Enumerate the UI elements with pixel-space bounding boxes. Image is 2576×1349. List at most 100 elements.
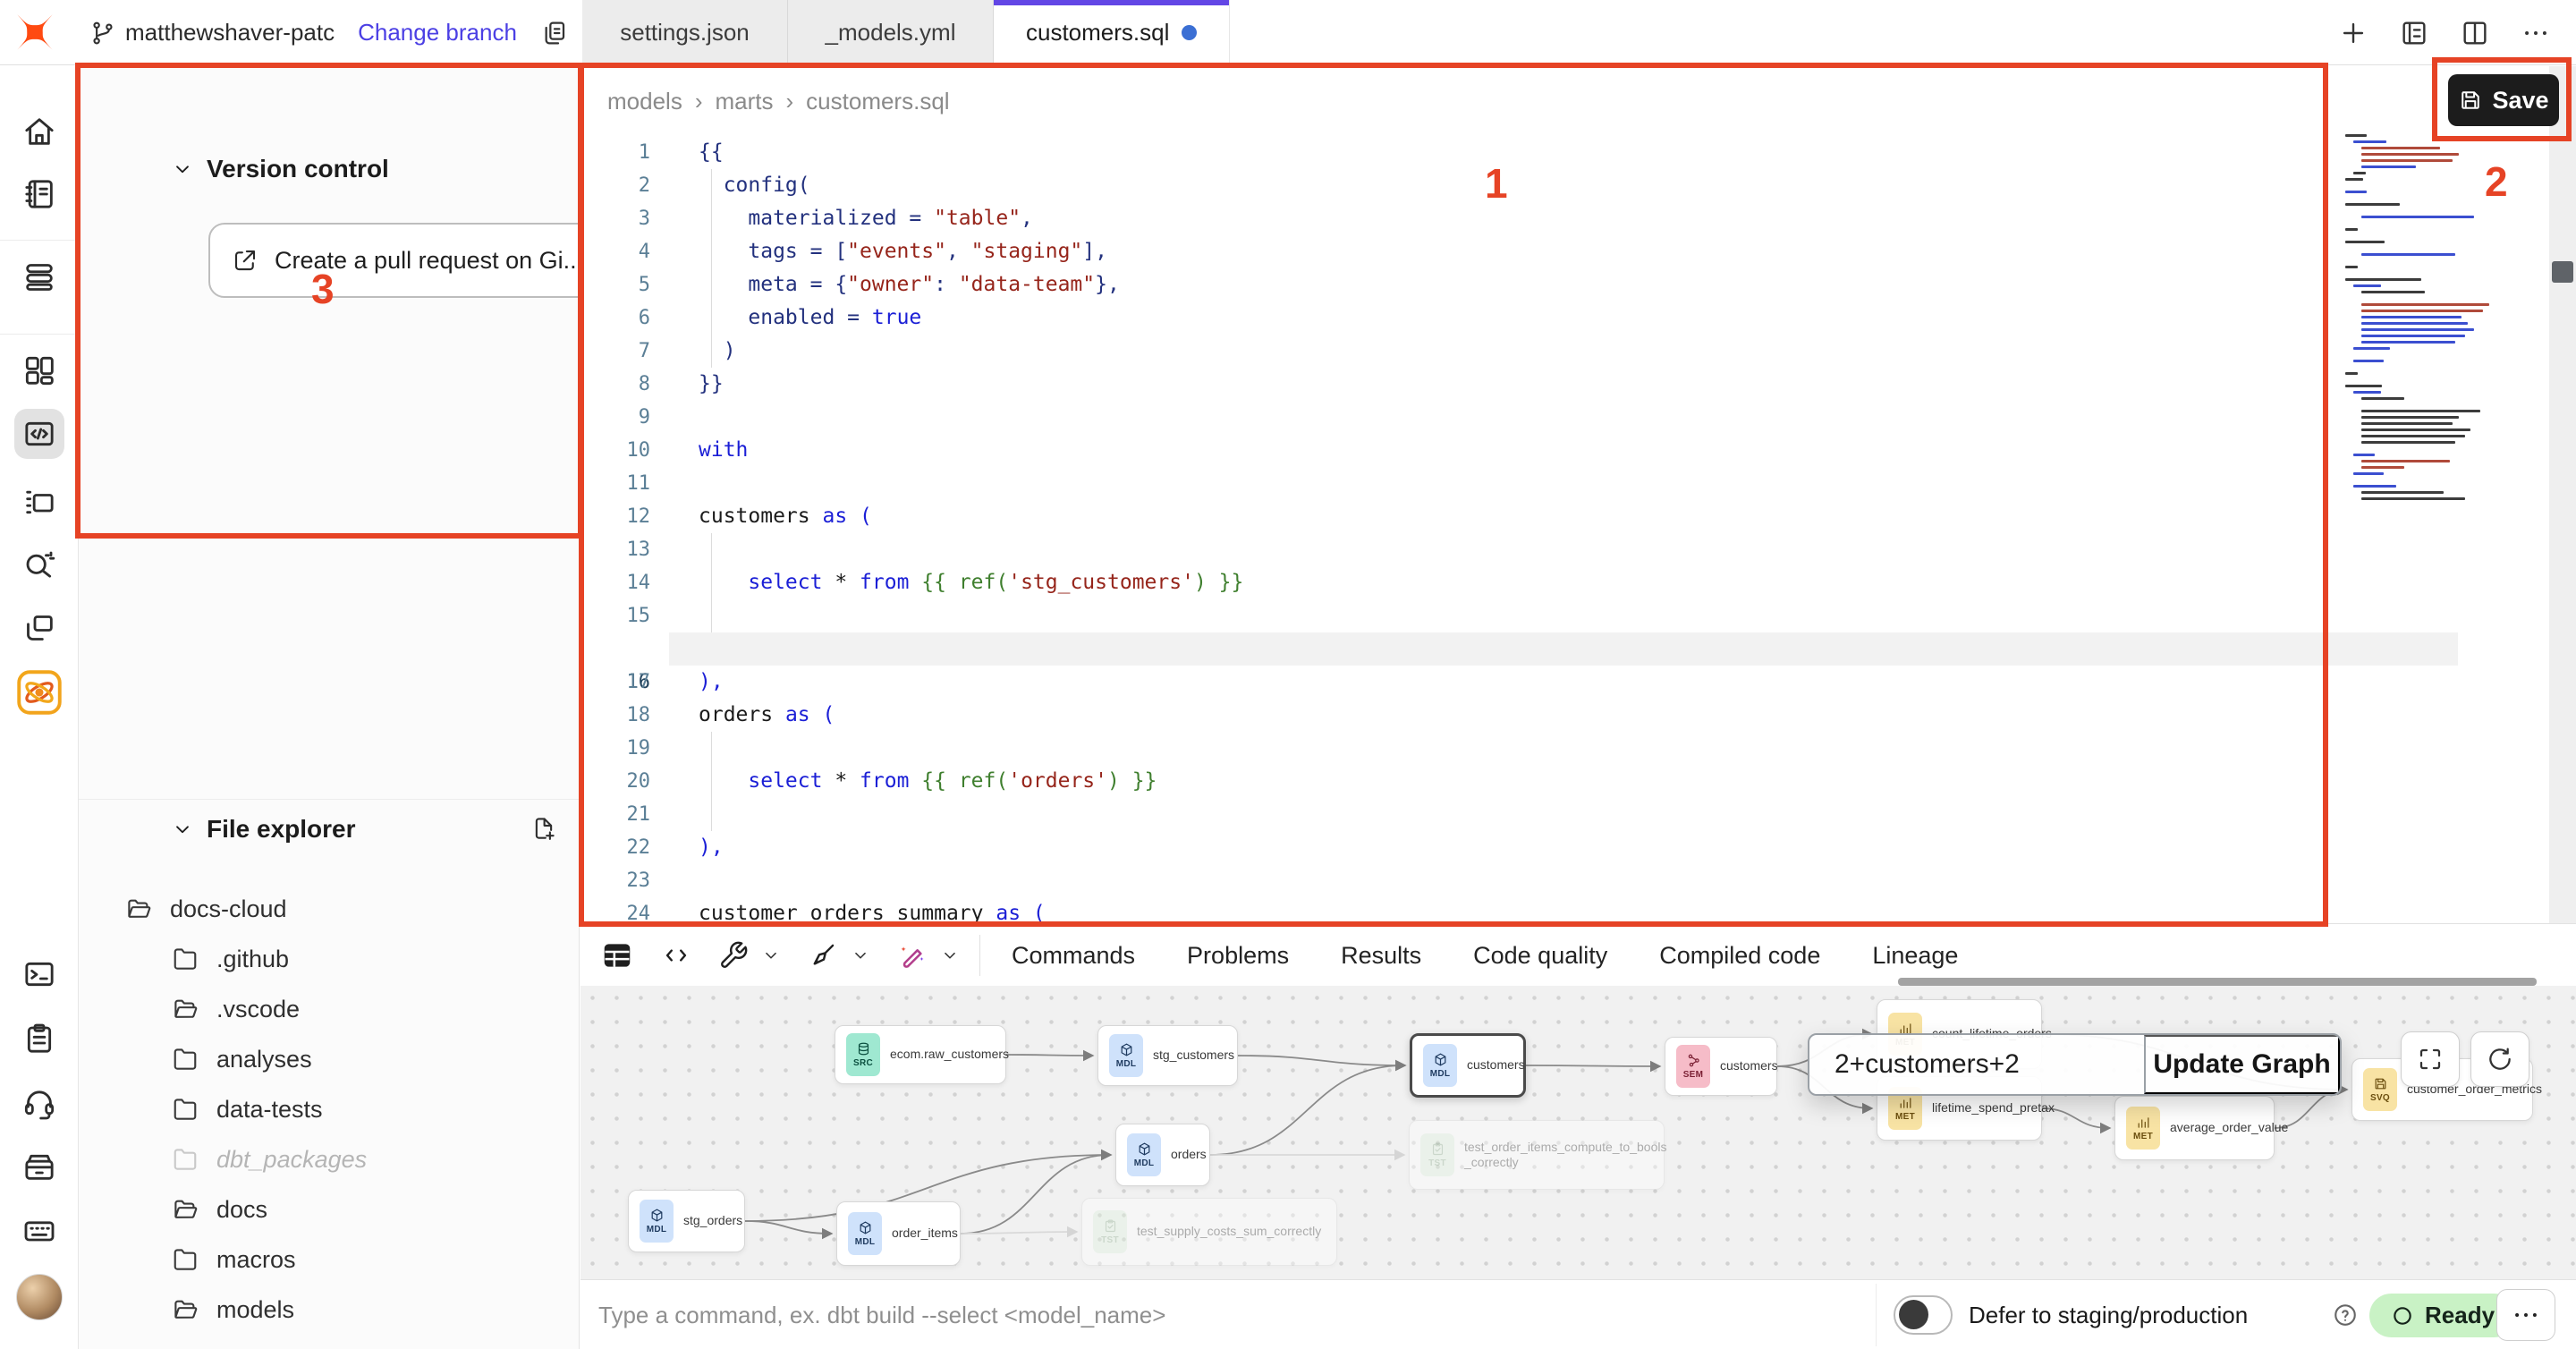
code-line-15[interactable]: 15 xyxy=(580,599,2369,632)
help-icon[interactable] xyxy=(2332,1302,2359,1328)
tab-_models.yml[interactable]: _models.yml xyxy=(788,0,994,65)
rail-drawer-icon[interactable] xyxy=(14,1141,64,1192)
tab-customers.sql[interactable]: customers.sql xyxy=(994,0,1230,65)
chevron-down-icon[interactable] xyxy=(761,946,781,965)
bottom-tab-lineage[interactable]: Lineage xyxy=(1872,942,1958,970)
file-tree-item-.github[interactable]: .github xyxy=(79,934,580,984)
bottom-tab-results[interactable]: Results xyxy=(1341,942,1421,970)
command-input[interactable]: Type a command, ex. dbt build --select <… xyxy=(598,1280,1165,1349)
inline-code-icon[interactable] xyxy=(661,940,691,971)
rail-home-icon[interactable] xyxy=(14,106,64,157)
file-tree-item-macros[interactable]: macros xyxy=(79,1234,580,1285)
rail-windows-icon[interactable] xyxy=(14,603,64,653)
bottom-tab-problems[interactable]: Problems xyxy=(1187,942,1289,970)
chevron-down-icon[interactable] xyxy=(940,946,960,965)
file-tree-item-dbt_packages[interactable]: dbt_packages xyxy=(79,1134,580,1184)
lineage-node-ecom.raw_customers[interactable]: SRCecom.raw_customers xyxy=(835,1025,1006,1084)
code-line-3[interactable]: 3 materialized = "table", xyxy=(580,202,2369,235)
more-options-button[interactable] xyxy=(2496,1289,2555,1341)
code-line-10[interactable]: 10with xyxy=(580,434,2369,467)
rail-atom-icon[interactable] xyxy=(14,667,64,717)
ellipsis-icon[interactable] xyxy=(2521,18,2551,48)
tab-settings.json[interactable]: settings.json xyxy=(582,0,788,65)
broom-icon[interactable] xyxy=(808,940,838,971)
rail-frame-icon[interactable] xyxy=(14,477,64,527)
lineage-node-test_order_items_compute_to_bools[interactable]: TSTtest_order_items_compute_to_bools _co… xyxy=(1409,1120,1665,1190)
lineage-selector-input[interactable]: 2+customers+2 xyxy=(1809,1035,2144,1094)
code-line-12[interactable]: 12customers as ( xyxy=(580,500,2369,533)
code-line-20[interactable]: 20 select * from {{ ref('orders') }} xyxy=(580,765,2369,798)
refresh-graph-button[interactable] xyxy=(2470,1031,2529,1087)
code-line-18[interactable]: 18orders as ( xyxy=(580,699,2369,732)
code-line-2[interactable]: 2 config( xyxy=(580,169,2369,202)
chevron-down-icon[interactable] xyxy=(851,946,870,965)
code-line-8[interactable]: 8}} xyxy=(580,368,2369,401)
rail-stack-icon[interactable] xyxy=(14,251,64,301)
code-line-14[interactable]: 14 select * from {{ ref('stg_customers')… xyxy=(580,566,2369,599)
bottom-tab-compiled-code[interactable]: Compiled code xyxy=(1659,942,1820,970)
file-tree-item-marts[interactable]: marts xyxy=(79,1335,580,1349)
code-line-21[interactable]: 21 xyxy=(580,798,2369,831)
panel-list-icon[interactable] xyxy=(2399,18,2429,48)
change-branch-link[interactable]: Change branch xyxy=(358,19,517,47)
version-control-header[interactable]: Version control xyxy=(171,155,389,183)
rail-search-sparkle-icon[interactable] xyxy=(14,539,64,589)
file-tree-item-.vscode[interactable]: .vscode xyxy=(79,984,580,1034)
fullscreen-button[interactable] xyxy=(2401,1031,2460,1087)
file-tree-item-analyses[interactable]: analyses xyxy=(79,1034,580,1084)
code-line-6[interactable]: 6 enabled = true xyxy=(580,301,2369,335)
lineage-node-orders[interactable]: MDLorders xyxy=(1115,1124,1210,1186)
table-icon[interactable] xyxy=(600,938,634,972)
file-explorer-header[interactable]: File explorer xyxy=(171,815,636,844)
lineage-node-test_supply_costs_sum_correctly[interactable]: TSTtest_supply_costs_sum_correctly xyxy=(1081,1198,1337,1266)
scrollbar-thumb[interactable] xyxy=(2552,261,2573,283)
new-file-icon[interactable] xyxy=(530,815,557,842)
rail-terminal-icon[interactable] xyxy=(14,949,64,999)
wrench-icon[interactable] xyxy=(718,940,749,971)
file-tree-item-models[interactable]: models xyxy=(79,1285,580,1335)
rail-keyboard-icon[interactable] xyxy=(14,1206,64,1256)
code-line-9[interactable]: 9 xyxy=(580,401,2369,434)
lineage-node-stg_orders[interactable]: MDLstg_orders xyxy=(628,1190,745,1252)
defer-toggle[interactable] xyxy=(1894,1295,1953,1335)
lineage-canvas[interactable]: SRCecom.raw_customers MDLstg_customers MDL… xyxy=(580,986,2576,1279)
code-line-24[interactable]: 24customer_orders_summary as ( xyxy=(580,897,2369,923)
file-tree-item-docs[interactable]: docs xyxy=(79,1184,580,1234)
create-pull-request-button[interactable]: Create a pull request on Gi... xyxy=(208,223,638,298)
minimap[interactable] xyxy=(2345,134,2508,510)
lineage-node-customers[interactable]: MDLcustomers xyxy=(1410,1033,1526,1098)
bottom-tab-code-quality[interactable]: Code quality xyxy=(1473,942,1607,970)
copy-file-icon[interactable] xyxy=(540,19,569,47)
rail-notebook-icon[interactable] xyxy=(14,169,64,219)
code-line-4[interactable]: 4 tags = ["events", "staging"], xyxy=(580,235,2369,268)
dbt-logo-icon[interactable] xyxy=(13,10,57,55)
save-button[interactable]: Save xyxy=(2448,74,2559,126)
code-line-1[interactable]: 1{{ xyxy=(580,136,2369,169)
lineage-node-order_items[interactable]: MDLorder_items xyxy=(836,1201,961,1266)
file-tree-item-data-tests[interactable]: data-tests xyxy=(79,1084,580,1134)
code-lines[interactable]: 1{{2 config(3 materialized = "table",4 t… xyxy=(580,136,2369,923)
code-line-22[interactable]: 22), xyxy=(580,831,2369,864)
plus-icon[interactable] xyxy=(2338,18,2368,48)
bottom-tab-commands[interactable]: Commands xyxy=(1012,942,1135,970)
code-line-7[interactable]: 7 ) xyxy=(580,335,2369,368)
code-line-11[interactable]: 11 xyxy=(580,467,2369,500)
code-line-13[interactable]: 13 xyxy=(580,533,2369,566)
editor-scrollbar[interactable] xyxy=(2549,66,2576,923)
rail-grid-icon[interactable] xyxy=(14,345,64,395)
lineage-node-customers[interactable]: SEMcustomers xyxy=(1665,1037,1777,1096)
split-view-icon[interactable] xyxy=(2460,18,2490,48)
rail-code-editor-icon[interactable] xyxy=(14,409,64,459)
code-editor[interactable]: models› marts› customers.sql 1{{2 config… xyxy=(580,66,2576,923)
code-line-5[interactable]: 5 meta = {"owner": "data-team"}, xyxy=(580,268,2369,301)
file-tree-item-docs-cloud[interactable]: docs-cloud xyxy=(79,884,580,934)
lineage-node-average_order_value[interactable]: METaverage_order_value xyxy=(2114,1096,2275,1160)
magic-pen-icon[interactable] xyxy=(897,940,928,971)
code-line-16[interactable]: 16), xyxy=(580,632,2369,666)
update-graph-button[interactable]: Update Graph xyxy=(2144,1035,2340,1094)
code-line-19[interactable]: 19 xyxy=(580,732,2369,765)
lineage-node-stg_customers[interactable]: MDLstg_customers xyxy=(1097,1025,1238,1086)
rail-headset-icon[interactable] xyxy=(14,1078,64,1128)
code-line-23[interactable]: 23 xyxy=(580,864,2369,897)
rail-avatar[interactable] xyxy=(14,1272,64,1322)
